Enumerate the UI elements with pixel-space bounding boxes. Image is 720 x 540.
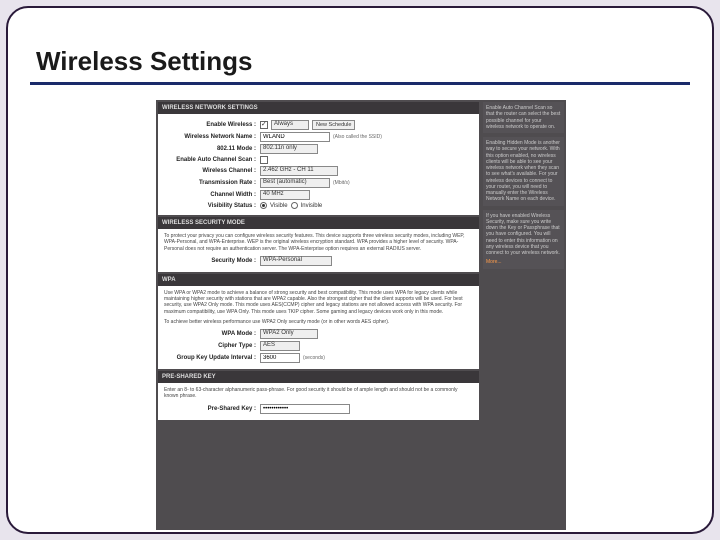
- new-schedule-button[interactable]: New Schedule: [312, 120, 355, 130]
- panel-header-network: WIRELESS NETWORK SETTINGS: [158, 102, 479, 114]
- hint-seconds: (seconds): [303, 355, 325, 361]
- label-group-key-interval: Group Key Update Interval :: [164, 355, 260, 361]
- row-auto-channel-scan: Enable Auto Channel Scan :: [164, 156, 473, 164]
- radio-visible-label: Visible: [270, 203, 288, 209]
- label-transmission-rate: Transmission Rate :: [164, 180, 260, 186]
- row-enable-wireless: Enable Wireless : Always New Schedule: [164, 120, 473, 130]
- select-transmission-rate[interactable]: Best (automatic): [260, 178, 330, 188]
- row-security-mode: Security Mode : WPA-Personal: [164, 256, 473, 266]
- select-channel-width[interactable]: 40 MHz: [260, 190, 310, 200]
- page-title: Wireless Settings: [36, 46, 253, 77]
- wpa-desc: Use WPA or WPA2 mode to achieve a balanc…: [164, 290, 473, 315]
- row-network-name: Wireless Network Name : (Also called the…: [164, 132, 473, 142]
- panel-header-psk: PRE-SHARED KEY: [158, 371, 479, 383]
- label-security-mode: Security Mode :: [164, 258, 260, 264]
- main-column: WIRELESS NETWORK SETTINGS Enable Wireles…: [156, 100, 481, 530]
- hint-ssid: (Also called the SSID): [333, 134, 382, 140]
- hint-mbits: (Mbit/s): [333, 180, 350, 186]
- router-config-screenshot: WIRELESS NETWORK SETTINGS Enable Wireles…: [156, 100, 566, 530]
- input-network-name[interactable]: [260, 132, 330, 142]
- sidebar-hint-2: Enabling Hidden Mode is another way to s…: [483, 137, 564, 206]
- row-cipher-type: Cipher Type : AES: [164, 341, 473, 351]
- radio-visible[interactable]: [260, 202, 267, 209]
- row-transmission-rate: Transmission Rate : Best (automatic) (Mb…: [164, 178, 473, 188]
- checkbox-auto-channel-scan[interactable]: [260, 156, 268, 164]
- label-auto-channel-scan: Enable Auto Channel Scan :: [164, 157, 260, 163]
- row-group-key-interval: Group Key Update Interval : (seconds): [164, 353, 473, 363]
- select-enable-schedule[interactable]: Always: [271, 120, 309, 130]
- panel-body-network: Enable Wireless : Always New Schedule Wi…: [158, 114, 479, 215]
- radio-invisible[interactable]: [291, 202, 298, 209]
- row-wireless-channel: Wireless Channel : 2.462 GHz - CH 11: [164, 166, 473, 176]
- input-psk[interactable]: [260, 404, 350, 414]
- input-group-key-interval[interactable]: [260, 353, 300, 363]
- panel-wpa: WPA Use WPA or WPA2 mode to achieve a ba…: [158, 274, 479, 369]
- row-psk: Pre-Shared Key :: [164, 404, 473, 414]
- row-80211-mode: 802.11 Mode : 802.11n only: [164, 144, 473, 154]
- panel-body-security: To protect your privacy you can configur…: [158, 229, 479, 272]
- label-visibility-status: Visibility Status :: [164, 203, 260, 209]
- radio-invisible-label: Invisible: [301, 203, 323, 209]
- panel-psk: PRE-SHARED KEY Enter an 8- to 63-charact…: [158, 371, 479, 420]
- label-wpa-mode: WPA Mode :: [164, 331, 260, 337]
- label-80211-mode: 802.11 Mode :: [164, 146, 260, 152]
- sidebar-hint-3: If you have enabled Wireless Security, m…: [483, 210, 564, 269]
- row-channel-width: Channel Width : 40 MHz: [164, 190, 473, 200]
- checkbox-enable-wireless[interactable]: [260, 121, 268, 129]
- sidebar-more-link[interactable]: More...: [486, 259, 561, 265]
- title-underline: [30, 82, 690, 85]
- panel-header-security: WIRELESS SECURITY MODE: [158, 217, 479, 229]
- label-channel-width: Channel Width :: [164, 192, 260, 198]
- psk-desc: Enter an 8- to 63-character alphanumeric…: [164, 387, 473, 400]
- panel-body-psk: Enter an 8- to 63-character alphanumeric…: [158, 383, 479, 420]
- sidebar: Enable Auto Channel Scan so that the rou…: [481, 100, 566, 530]
- select-wpa-mode[interactable]: WPA2 Only: [260, 329, 318, 339]
- label-cipher-type: Cipher Type :: [164, 343, 260, 349]
- sidebar-hint-3-text: If you have enabled Wireless Security, m…: [486, 213, 560, 257]
- slide-frame: Wireless Settings WIRELESS NETWORK SETTI…: [6, 6, 714, 534]
- panel-body-wpa: Use WPA or WPA2 mode to achieve a balanc…: [158, 286, 479, 369]
- select-cipher-type[interactable]: AES: [260, 341, 300, 351]
- security-desc: To protect your privacy you can configur…: [164, 233, 473, 252]
- label-wireless-channel: Wireless Channel :: [164, 168, 260, 174]
- panel-header-wpa: WPA: [158, 274, 479, 286]
- panel-security-mode: WIRELESS SECURITY MODE To protect your p…: [158, 217, 479, 272]
- label-enable-wireless: Enable Wireless :: [164, 122, 260, 128]
- row-wpa-mode: WPA Mode : WPA2 Only: [164, 329, 473, 339]
- panel-network-settings: WIRELESS NETWORK SETTINGS Enable Wireles…: [158, 102, 479, 215]
- select-security-mode[interactable]: WPA-Personal: [260, 256, 332, 266]
- row-visibility-status: Visibility Status : Visible Invisible: [164, 202, 473, 209]
- label-network-name: Wireless Network Name :: [164, 134, 260, 140]
- label-psk: Pre-Shared Key :: [164, 406, 260, 412]
- sidebar-hint-1: Enable Auto Channel Scan so that the rou…: [483, 102, 564, 133]
- select-80211-mode[interactable]: 802.11n only: [260, 144, 318, 154]
- select-wireless-channel[interactable]: 2.462 GHz - CH 11: [260, 166, 338, 176]
- wpa-desc2: To achieve better wireless performance u…: [164, 319, 473, 325]
